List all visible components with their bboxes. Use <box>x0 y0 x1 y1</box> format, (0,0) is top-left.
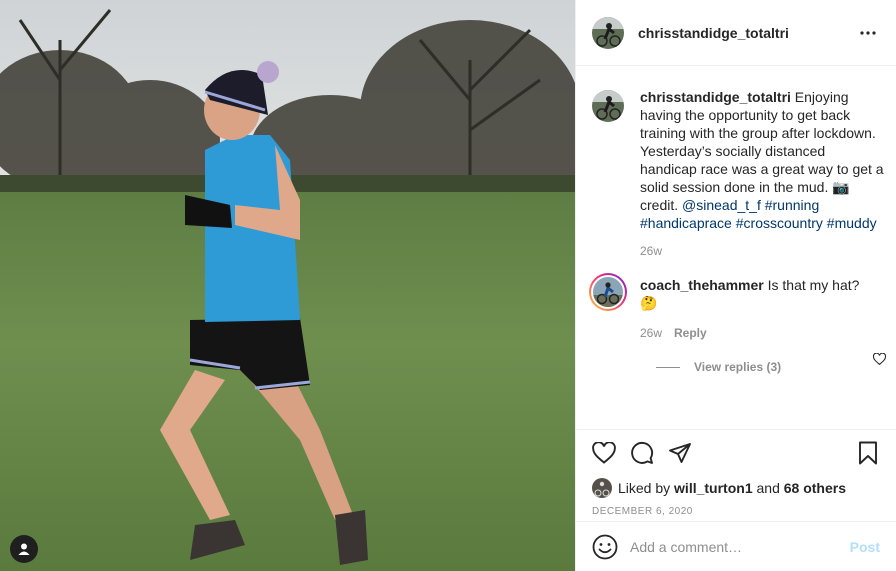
like-button[interactable] <box>592 441 616 465</box>
hashtag-link[interactable]: #handicaprace <box>640 215 732 231</box>
cyclist-avatar-image <box>592 90 624 122</box>
caption-body: Enjoying having the opportunity to get b… <box>640 89 884 213</box>
liker-username[interactable]: will_turton1 <box>674 480 753 496</box>
more-options-button[interactable] <box>856 21 880 45</box>
replies-divider <box>656 366 680 368</box>
caption-meta: 26w <box>640 244 884 258</box>
author-avatar[interactable] <box>592 90 624 122</box>
liker-avatar[interactable] <box>592 478 612 498</box>
author-username[interactable]: chrisstandidge_totaltri <box>638 25 789 41</box>
emoji-button[interactable] <box>592 534 618 560</box>
comment-meta: 26w Reply <box>640 326 860 340</box>
runner-photo <box>0 0 575 571</box>
comment-button[interactable] <box>630 441 654 465</box>
likes-middle: and <box>756 480 780 496</box>
comment-icon <box>631 442 654 464</box>
cyclist-avatar-image <box>592 478 612 498</box>
smiley-icon <box>592 534 618 559</box>
user-icon <box>18 543 30 555</box>
cyclist-avatar-image <box>592 16 624 49</box>
comment-input[interactable] <box>630 538 850 555</box>
heart-icon <box>592 442 616 464</box>
comment: coach_thehammer Is that my hat? 🤔 26w Re… <box>589 273 880 340</box>
like-comment-button[interactable] <box>872 352 887 368</box>
mention-link[interactable]: @sinead_t_f <box>682 197 761 213</box>
post-photo[interactable] <box>0 0 575 571</box>
commenter-avatar[interactable] <box>589 273 627 311</box>
share-button[interactable] <box>668 441 692 465</box>
comment-username[interactable]: coach_thehammer <box>640 277 764 293</box>
caption: chrisstandidge_totaltri Enjoying having … <box>592 88 884 258</box>
tagged-users-button[interactable] <box>10 535 38 563</box>
likes-prefix: Liked by <box>618 480 671 496</box>
add-comment-bar: Post <box>576 521 896 571</box>
caption-text: chrisstandidge_totaltri Enjoying having … <box>640 88 884 232</box>
save-button[interactable] <box>856 441 880 465</box>
reply-button[interactable]: Reply <box>674 326 707 340</box>
hashtag-link[interactable]: #running <box>765 197 820 213</box>
bookmark-icon <box>859 441 877 465</box>
post-comment-button[interactable]: Post <box>850 539 880 555</box>
comment-text: coach_thehammer Is that my hat? 🤔 <box>640 276 860 312</box>
post-side-panel: chrisstandidge_totaltri chrisstandidge_t… <box>575 0 896 571</box>
author-avatar[interactable] <box>592 16 624 49</box>
view-replies-label: View replies (3) <box>694 360 782 374</box>
post-date[interactable]: December 6, 2020 <box>592 506 880 517</box>
instagram-post: chrisstandidge_totaltri chrisstandidge_t… <box>0 0 896 571</box>
comment-age[interactable]: 26w <box>640 326 662 340</box>
caption-age[interactable]: 26w <box>640 244 662 258</box>
caption-username[interactable]: chrisstandidge_totaltri <box>640 89 791 105</box>
cyclist-avatar-image <box>593 277 623 307</box>
heart-icon <box>872 352 887 366</box>
post-actions: Liked by will_turton1 and 68 others Dece… <box>576 429 896 521</box>
share-icon <box>669 443 691 463</box>
post-header: chrisstandidge_totaltri <box>576 0 896 66</box>
hashtag-link[interactable]: #crosscountry <box>736 215 823 231</box>
hashtag-link[interactable]: #muddy <box>827 215 877 231</box>
likes-others-link[interactable]: 68 others <box>784 480 846 496</box>
more-horizontal-icon <box>860 30 876 35</box>
action-icons <box>592 438 880 468</box>
view-replies-button[interactable]: View replies (3) <box>656 360 880 374</box>
likes-summary: Liked by will_turton1 and 68 others <box>592 478 880 498</box>
